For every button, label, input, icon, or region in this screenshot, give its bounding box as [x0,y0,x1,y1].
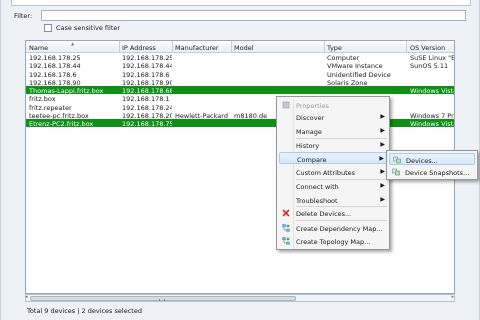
menu-item-label: Manage [296,128,322,136]
menu-item-compare-devices[interactable]: Devices... [389,153,475,165]
delete-x-icon [282,209,290,217]
submenu-arrow-icon: ▶ [380,113,385,120]
menu-item-label: Delete Devices... [296,210,352,218]
menu-item-label: Connect with [296,183,339,191]
submenu-arrow-icon: ▶ [380,127,385,134]
dependency-map-icon [282,224,290,232]
menu-item-label: Create Topology Map... [296,238,371,246]
table-row[interactable]: fritz.box 192.168.178.1 [26,94,454,103]
menu-item-label: Custom Attributes [296,169,356,177]
menu-item-delete-devices[interactable]: Delete Devices... [279,207,387,219]
menu-item-custom-attributes[interactable]: Custom Attributes ▶ [279,166,387,178]
context-menu: Properties Discover ▶ Manage ▶ History ▶… [276,96,390,250]
menu-item-compare[interactable]: Compare ▶ [279,152,387,164]
table-row[interactable]: 192.168.178.6 192.168.178.6 Unidentified… [26,70,454,79]
menu-item-create-topology-map[interactable]: Create Topology Map... [279,235,387,247]
menu-item-history[interactable]: History ▶ [279,139,387,151]
submenu-arrow-icon: ▶ [380,182,385,189]
horizontal-scrollbar[interactable]: ◂ ▸ [25,294,455,302]
status-bar: Total 9 devices | 2 devices selected [25,305,475,316]
column-divider[interactable] [231,41,232,53]
topology-map-icon [282,237,290,245]
table-row[interactable]: fritz.repeater 192.168.178.24 [26,103,454,112]
filter-label: Filter: [14,12,33,20]
menu-item-label: Create Dependency Map... [296,225,383,233]
grid-header: ▲ Name IP Address Manufacturer Model Typ… [26,41,454,53]
menu-item-troubleshoot[interactable]: Troubleshoot ▶ [279,194,387,206]
submenu-arrow-icon: ▶ [380,141,385,148]
menu-item-create-dependency-map[interactable]: Create Dependency Map... [279,222,387,234]
table-row[interactable]: 192.168.178.44 192.168.178.44 VMware Ins… [26,61,454,70]
table-row[interactable]: 192.168.178.90 192.168.178.90 Solaris Zo… [26,78,454,87]
top-panel-edge [11,0,471,6]
menu-item-manage[interactable]: Manage ▶ [279,125,387,137]
menu-item-properties[interactable]: Properties [279,99,387,111]
menu-item-label: History [296,142,320,150]
menu-item-label: Devices... [406,157,438,165]
menu-item-connect-with[interactable]: Connect with ▶ [279,180,387,192]
menu-item-label: Troubleshoot [296,197,338,205]
column-divider[interactable] [172,41,173,53]
scroll-right-icon[interactable]: ▸ [451,294,454,300]
column-header-model[interactable]: Model [234,44,254,52]
table-row[interactable]: teetee-pc.fritz.box 192.168.178.20 Hewle… [26,111,454,120]
menu-item-label: Device Snapshots... [405,169,470,177]
column-divider[interactable] [324,41,325,53]
table-row-selected[interactable]: Thomas-Lappi.fritz.box 192.168.178.68 Wi… [26,86,454,95]
compare-devices-icon [393,156,401,164]
device-snapshots-icon [392,168,400,176]
submenu-arrow-icon: ▶ [380,196,385,203]
column-header-ip-address[interactable]: IP Address [122,44,156,52]
column-divider[interactable] [119,41,120,53]
column-divider[interactable] [406,41,407,53]
sort-ascending-icon: ▲ [71,41,75,46]
compare-submenu: Devices... Device Snapshots... [386,150,478,180]
status-text: Total 9 devices | 2 devices selected [27,307,142,315]
scrollbar-thumb[interactable] [30,296,296,301]
menu-item-label: Properties [296,102,329,110]
cell-os: Windows Vista H [410,120,454,128]
menu-item-label: Compare [297,156,327,164]
column-header-os-version[interactable]: OS Version [410,44,445,52]
column-header-name[interactable]: Name [29,44,48,52]
menu-separator [296,220,387,221]
case-sensitive-label: Case sensitive filter [56,24,121,32]
grip-icon [159,299,165,301]
grid-rows: 192.168.178.25 192.168.178.25 Computer S… [26,53,454,128]
submenu-arrow-icon: ▶ [379,155,384,162]
menu-item-compare-device-snapshots[interactable]: Device Snapshots... [389,166,475,178]
column-header-type[interactable]: Type [327,44,342,52]
scroll-left-icon[interactable]: ◂ [25,294,28,300]
submenu-arrow-icon: ▶ [380,168,385,175]
column-header-manufacturer[interactable]: Manufacturer [175,44,219,52]
menu-item-label: Discover [296,114,325,122]
properties-icon [282,101,290,109]
case-sensitive-checkbox[interactable] [44,24,52,32]
menu-item-discover[interactable]: Discover ▶ [279,111,387,123]
cell-name: Etrenz-PC2.fritz.box [29,120,94,128]
filter-input[interactable] [41,10,466,21]
cell-ip: 192.168.178.75 [122,120,172,128]
table-row-selected[interactable]: Etrenz-PC2.fritz.box 192.168.178.75 Wind… [26,119,454,128]
table-row[interactable]: 192.168.178.25 192.168.178.25 Computer S… [26,53,454,62]
